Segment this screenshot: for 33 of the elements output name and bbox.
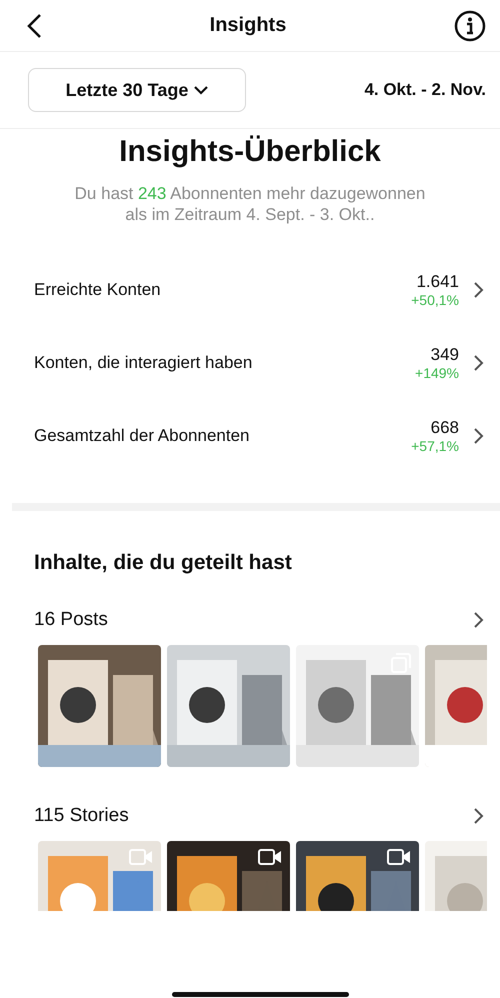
group-label[interactable]: 115 Stories	[34, 805, 129, 827]
metric-row[interactable]: Gesamtzahl der Abonnenten 668 +57,1%	[34, 413, 484, 459]
metric-change: +57,1%	[411, 438, 459, 454]
metric-change: +50,1%	[411, 292, 459, 308]
video-camera-icon	[258, 849, 282, 865]
chevron-right-icon	[473, 427, 484, 445]
metric-label: Gesamtzahl der Abonnenten	[34, 426, 250, 446]
chevron-right-icon	[473, 611, 484, 629]
info-icon	[454, 10, 486, 42]
metric-value: 349	[430, 345, 459, 365]
page-title: Insights	[210, 14, 286, 37]
back-icon	[26, 12, 42, 38]
metric-row[interactable]: Erreichte Konten 1.641 +50,1%	[34, 267, 484, 313]
info-button[interactable]	[454, 10, 486, 42]
chevron-right-icon	[473, 281, 484, 299]
metric-value: 668	[430, 418, 459, 438]
video-camera-icon	[129, 849, 153, 865]
metric-label: Konten, die interagiert haben	[34, 353, 254, 373]
caret-icon	[194, 86, 208, 94]
video-camera-icon	[387, 849, 411, 865]
period-dropdown[interactable]: Letzte 30 Tage	[28, 68, 246, 112]
group-label[interactable]: 16 Posts	[34, 609, 108, 631]
overview-title: Insights-Überblick	[118, 135, 382, 169]
metric-label: Erreichte Konten	[34, 280, 162, 300]
date-range: 4. Okt. - 2. Nov.	[364, 80, 486, 100]
chevron-right-icon	[473, 807, 484, 825]
metric-row[interactable]: Konten, die interagiert haben 349 +149%	[34, 340, 484, 386]
chevron-right-icon	[473, 354, 484, 372]
metric-value: 1.641	[416, 272, 459, 292]
back-button[interactable]	[26, 12, 42, 38]
section-title: Inhalte, die du geteilt hast	[34, 551, 293, 575]
summary-text: Du hast 243 Abonnenten mehr dazugewonnen als im Zeitraum 4. Sept. - 3. Okt..	[74, 183, 426, 225]
metric-change: +149%	[415, 365, 459, 381]
